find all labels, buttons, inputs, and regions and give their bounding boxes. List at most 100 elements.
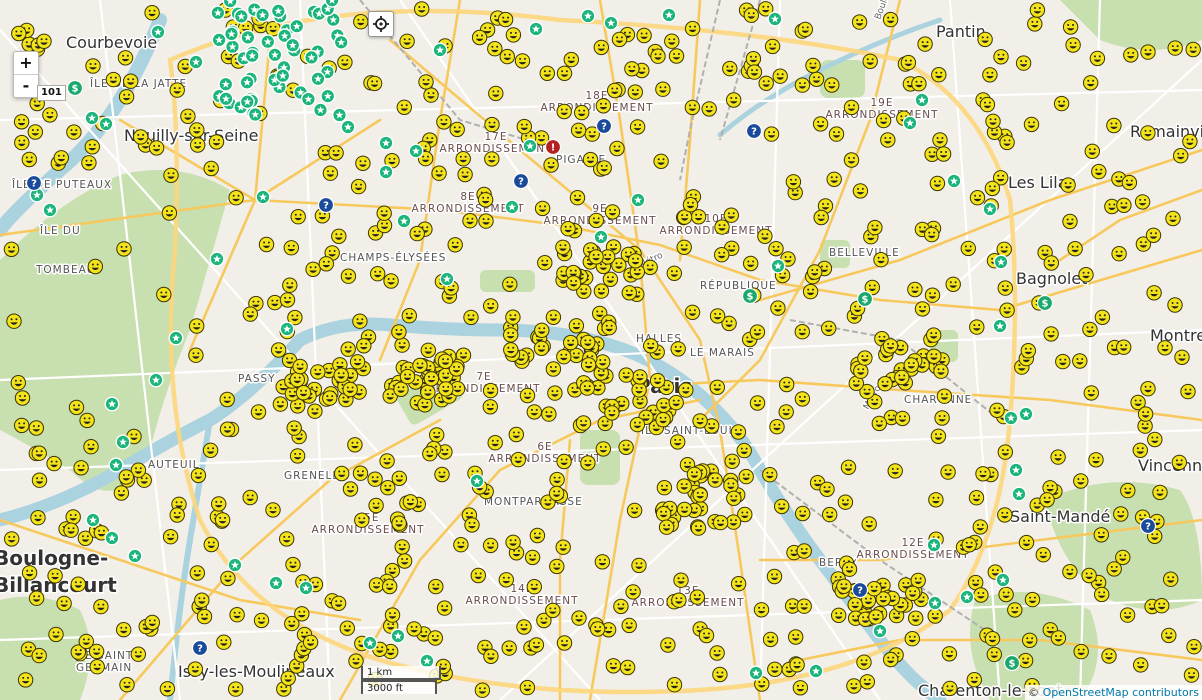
smiley-marker[interactable] [968, 490, 985, 506]
star-marker[interactable] [148, 372, 164, 388]
smiley-marker[interactable] [929, 175, 946, 192]
smiley-marker[interactable] [1062, 564, 1078, 580]
star-marker[interactable] [630, 192, 646, 208]
smiley-marker[interactable] [857, 350, 873, 366]
info-icon[interactable]: ? [512, 172, 530, 190]
smiley-marker[interactable] [602, 271, 619, 287]
smiley-marker[interactable] [1106, 117, 1122, 134]
smiley-marker[interactable] [813, 209, 829, 226]
smiley-marker[interactable] [402, 494, 419, 510]
smiley-marker[interactable] [214, 512, 231, 528]
smiley-marker[interactable] [1050, 630, 1067, 646]
smiley-marker[interactable] [286, 420, 302, 436]
star-marker[interactable] [108, 457, 124, 473]
smiley-marker[interactable] [588, 212, 604, 229]
smiley-marker[interactable] [396, 99, 412, 115]
smiley-marker[interactable] [670, 341, 686, 357]
smiley-marker[interactable] [203, 536, 219, 553]
smiley-marker[interactable] [228, 190, 244, 206]
star-marker[interactable] [84, 110, 100, 126]
smiley-marker[interactable] [989, 402, 1005, 418]
smiley-marker[interactable] [749, 324, 766, 340]
smiley-marker[interactable] [211, 496, 227, 512]
star-marker[interactable] [661, 7, 677, 23]
smiley-marker[interactable] [406, 621, 422, 637]
star-marker[interactable] [210, 5, 226, 21]
star-marker[interactable] [767, 11, 783, 27]
smiley-marker[interactable] [556, 453, 572, 470]
smiley-marker[interactable] [580, 334, 596, 351]
smiley-marker[interactable] [85, 58, 101, 74]
smiley-marker[interactable] [875, 112, 892, 129]
smiley-marker[interactable] [853, 363, 869, 379]
smiley-marker[interactable] [1062, 213, 1078, 230]
smiley-marker[interactable] [350, 178, 367, 195]
smiley-marker[interactable] [1050, 449, 1066, 465]
smiley-marker[interactable] [655, 81, 671, 97]
smiley-marker[interactable] [272, 396, 289, 412]
smiley-marker[interactable] [862, 53, 878, 69]
smiley-marker[interactable] [1082, 321, 1098, 338]
smiley-marker[interactable] [352, 313, 368, 329]
smiley-marker[interactable] [601, 320, 617, 336]
smiley-marker[interactable] [707, 472, 723, 488]
smiley-marker[interactable] [655, 412, 671, 428]
star-marker[interactable] [390, 628, 406, 644]
smiley-marker[interactable] [333, 367, 349, 383]
smiley-marker[interactable] [457, 166, 473, 183]
smiley-marker[interactable] [594, 554, 611, 570]
smiley-marker[interactable] [812, 116, 829, 132]
smiley-marker[interactable] [618, 439, 634, 455]
smiley-marker[interactable] [709, 645, 725, 661]
smiley-marker[interactable] [434, 466, 450, 483]
smiley-marker[interactable] [1027, 16, 1043, 32]
smiley-marker[interactable] [819, 481, 835, 497]
smiley-marker[interactable] [724, 453, 740, 469]
smiley-marker[interactable] [418, 74, 434, 90]
smiley-marker[interactable] [563, 334, 579, 351]
smiley-marker[interactable] [927, 608, 943, 624]
smiley-marker[interactable] [972, 519, 988, 535]
smiley-marker[interactable] [969, 190, 986, 206]
smiley-marker[interactable] [883, 651, 899, 668]
star-marker[interactable] [333, 34, 349, 50]
smiley-marker[interactable] [159, 681, 176, 697]
star-marker[interactable] [267, 47, 283, 63]
star-marker[interactable] [1011, 486, 1027, 502]
star-marker[interactable] [244, 48, 260, 64]
smiley-marker[interactable] [1091, 163, 1107, 180]
smiley-marker[interactable] [1089, 50, 1106, 67]
smiley-marker[interactable] [730, 576, 747, 592]
atm-icon[interactable]: $ [66, 79, 84, 97]
smiley-marker[interactable] [772, 68, 788, 84]
smiley-marker[interactable] [1043, 255, 1059, 271]
smiley-marker[interactable] [368, 497, 384, 514]
smiley-marker[interactable] [1083, 75, 1099, 91]
smiley-marker[interactable] [794, 391, 811, 407]
smiley-marker[interactable] [670, 434, 686, 450]
smiley-marker[interactable] [997, 507, 1013, 523]
smiley-marker[interactable] [449, 121, 465, 138]
smiley-marker[interactable] [267, 294, 283, 311]
smiley-marker[interactable] [70, 576, 86, 592]
smiley-marker[interactable] [894, 369, 910, 386]
smiley-marker[interactable] [484, 116, 500, 133]
smiley-marker[interactable] [931, 67, 947, 83]
smiley-marker[interactable] [399, 368, 416, 385]
smiley-marker[interactable] [911, 76, 927, 92]
star-marker[interactable] [995, 572, 1011, 588]
smiley-marker[interactable] [423, 371, 440, 387]
smiley-marker[interactable] [73, 460, 89, 476]
smiley-marker[interactable] [624, 61, 640, 77]
smiley-marker[interactable] [330, 595, 347, 611]
smiley-marker[interactable] [1163, 571, 1179, 587]
smiley-marker[interactable] [618, 367, 634, 383]
smiley-marker[interactable] [56, 595, 72, 612]
smiley-marker[interactable] [1094, 586, 1110, 603]
smiley-marker[interactable] [81, 155, 97, 171]
smiley-marker[interactable] [384, 607, 401, 623]
smiley-marker[interactable] [907, 281, 923, 298]
smiley-marker[interactable] [745, 51, 762, 67]
smiley-marker[interactable] [1167, 297, 1183, 313]
smiley-marker[interactable] [692, 413, 708, 429]
